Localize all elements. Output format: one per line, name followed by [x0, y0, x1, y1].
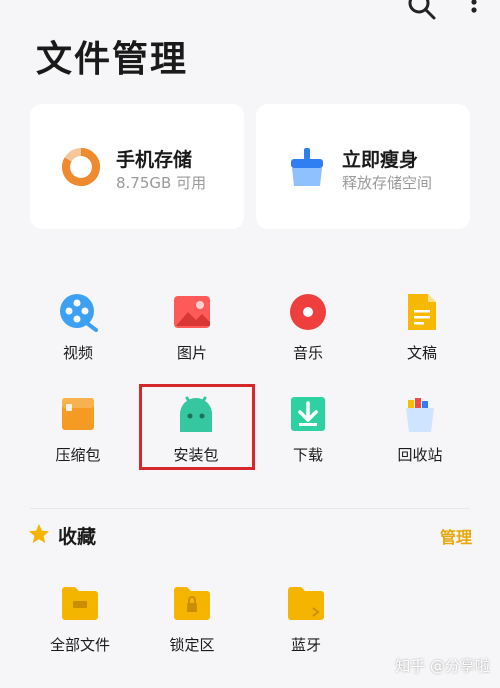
- page-title: 文件管理: [36, 39, 189, 80]
- search-icon[interactable]: [408, 0, 436, 24]
- bluetooth-folder-icon: [287, 586, 325, 620]
- category-label: 文稿: [406, 344, 437, 362]
- category-label: 回收站: [397, 446, 443, 464]
- archive-icon: [58, 394, 98, 434]
- category-label: 下载: [292, 446, 323, 464]
- apk-highlight-box: [139, 384, 255, 470]
- image-icon: [172, 292, 212, 332]
- favorites-title: 收藏: [58, 526, 97, 548]
- more-menu-icon[interactable]: [470, 0, 478, 24]
- folder-label: 蓝牙: [290, 636, 321, 654]
- category-label: 图片: [176, 344, 207, 362]
- star-icon: [28, 523, 50, 549]
- video-icon: [58, 292, 98, 332]
- manage-favorites-button[interactable]: 管理: [440, 524, 472, 548]
- favorite-bluetooth[interactable]: 蓝牙: [256, 586, 356, 655]
- cleanup-title: 立即瘦身: [342, 149, 419, 171]
- cleanup-subtitle: 释放存储空间: [342, 174, 433, 192]
- folder-icon: [61, 586, 99, 620]
- storage-ring-icon: [60, 146, 102, 188]
- music-icon: [288, 292, 328, 332]
- watermark: 知乎 @分享啦: [395, 657, 490, 675]
- category-video[interactable]: 视频: [28, 292, 128, 363]
- category-document[interactable]: 文稿: [372, 292, 472, 363]
- locked-folder-icon: [173, 586, 211, 620]
- phone-storage-card[interactable]: 手机存储 8.75GB 可用: [30, 104, 244, 229]
- download-icon: [288, 394, 328, 434]
- storage-free: 8.75GB 可用: [116, 174, 207, 192]
- category-trash[interactable]: 回收站: [370, 394, 470, 465]
- section-divider: [30, 508, 470, 509]
- favorite-all-files[interactable]: 全部文件: [30, 586, 130, 655]
- storage-title: 手机存储: [116, 149, 193, 171]
- favorites-header: 收藏: [28, 522, 96, 549]
- category-music[interactable]: 音乐: [258, 292, 358, 363]
- category-download[interactable]: 下载: [258, 394, 358, 465]
- favorite-locked-area[interactable]: 锁定区: [142, 586, 242, 655]
- category-label: 压缩包: [55, 446, 101, 464]
- trash-icon: [400, 394, 440, 434]
- category-archive[interactable]: 压缩包: [28, 394, 128, 465]
- category-label: 视频: [62, 344, 93, 362]
- folder-label: 全部文件: [49, 636, 110, 654]
- broom-icon: [286, 146, 328, 188]
- document-icon: [402, 292, 442, 332]
- cleanup-card[interactable]: 立即瘦身 释放存储空间: [256, 104, 470, 229]
- category-image[interactable]: 图片: [142, 292, 242, 363]
- folder-label: 锁定区: [169, 636, 215, 654]
- topbar-actions: [408, 0, 478, 24]
- category-label: 音乐: [292, 344, 323, 362]
